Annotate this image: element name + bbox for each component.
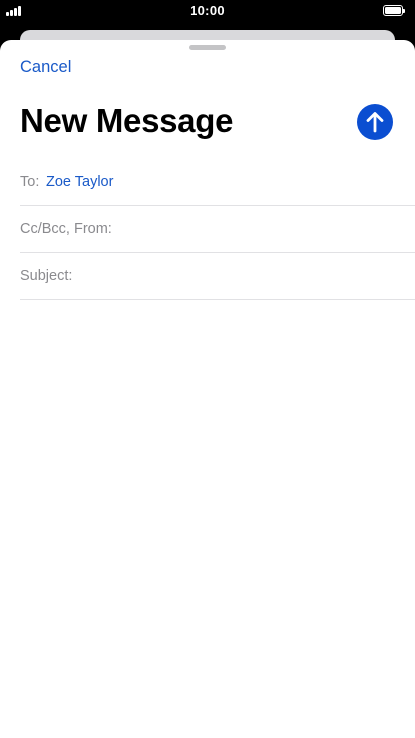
cc-bcc-from-field[interactable]: Cc/Bcc, From: bbox=[20, 206, 415, 253]
status-time: 10:00 bbox=[190, 3, 225, 18]
subject-label: Subject: bbox=[20, 268, 73, 284]
compose-sheet: Cancel New Message To: Zoe Taylor Cc/Bcc… bbox=[0, 40, 415, 738]
to-label: To: bbox=[20, 174, 40, 190]
message-body-area[interactable] bbox=[20, 310, 395, 730]
page-title: New Message bbox=[20, 102, 234, 139]
subject-field[interactable]: Subject: bbox=[20, 253, 415, 300]
recipient-token[interactable]: Zoe Taylor bbox=[46, 174, 113, 190]
cc-bcc-from-label: Cc/Bcc, From: bbox=[20, 221, 112, 237]
send-button[interactable] bbox=[357, 104, 393, 140]
sheet-grabber-handle[interactable] bbox=[189, 45, 226, 50]
battery-icon bbox=[383, 5, 405, 16]
to-field[interactable]: To: Zoe Taylor bbox=[20, 159, 415, 206]
status-bar: 10:00 bbox=[0, 0, 415, 22]
arrow-up-icon bbox=[366, 112, 384, 133]
cancel-button[interactable]: Cancel bbox=[20, 58, 71, 77]
